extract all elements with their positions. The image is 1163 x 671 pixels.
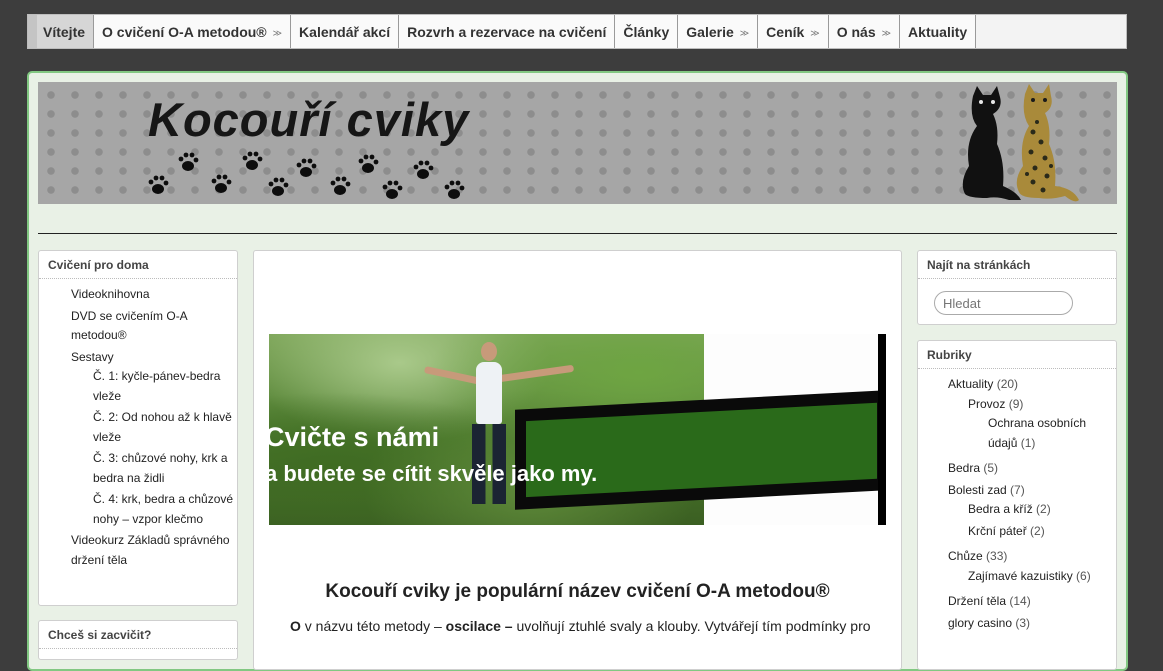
nav-item-o-cviceni[interactable]: O cvičení O-A metodou® ≫ [94,15,292,48]
category-count: (33) [986,549,1008,563]
search-input[interactable] [934,291,1073,315]
nav-label: Články [623,23,670,40]
category-children: Bedra a kříž (2) Krční páteř (2) [948,500,1116,541]
category-link-drzeni[interactable]: Držení těla [948,594,1006,608]
category-item: glory casino (3) [948,614,1116,634]
category-link-bedra[interactable]: Bedra [948,461,980,475]
menu-item-dvd[interactable]: DVD se cvičením O-A metodou® [71,307,237,346]
nav-item-clanky[interactable]: Články [615,15,679,48]
header-divider [38,233,1117,234]
category-item: Zajímavé kazuistiky (6) [968,567,1116,587]
slogan-panel [515,390,886,510]
category-item: Provoz (9) Ochrana osobních údajů (1) [968,395,1116,454]
menu-link-sestavy[interactable]: Sestavy [71,350,114,364]
menu-item-sestava-1[interactable]: Č. 1: kyčle-pánev-bedra vleže [93,367,237,406]
widget-title: Chceš si zacvičit? [39,621,237,649]
paragraph-text: uvolňují ztuhlé svaly a klouby. Vytvářej… [512,618,871,634]
category-link-kazuistiky[interactable]: Zajímavé kazuistiky [968,569,1073,583]
category-count: (3) [1015,615,1031,630]
paragraph-text: v názvu této metody – [300,618,446,634]
category-children: Ochrana osobních údajů (1) [968,414,1116,453]
category-count: (14) [1009,594,1031,608]
category-count: (7) [1010,482,1025,497]
category-item: Ochrana osobních údajů (1) [988,414,1116,453]
nav-item-cenik[interactable]: Ceník ≫ [758,15,829,48]
category-link-bedra-kriz[interactable]: Bedra a kříž [968,502,1033,516]
widget-title: Najít na stránkách [918,251,1116,279]
category-count: (2) [1030,523,1045,538]
chevron-down-icon: ≫ [810,28,820,38]
practice-widget: Chceš si zacvičit? [38,620,238,660]
category-link-chuze[interactable]: Chůze [948,549,983,563]
category-count: (9) [1008,396,1024,411]
person-head [481,342,497,361]
nav-label: O nás [836,23,876,40]
category-item: Krční páteř (2) [968,522,1116,542]
chevron-down-icon: ≫ [881,28,892,38]
slogan-line-1: Cvičte s námi [265,422,440,452]
category-item: Bolesti zad (7) Bedra a kříž (2) Krční p… [948,481,1116,542]
category-item: Bedra a kříž (2) [968,500,1116,520]
menu-item-videokurz[interactable]: Videokurz Základů správného držení těla [71,531,237,570]
nav-item-o-nas[interactable]: O nás ≫ [828,15,901,48]
category-link-casino[interactable]: glory casino [948,616,1012,630]
bold-text: oscilace – [445,618,513,634]
menu-item-sestava-2[interactable]: Č. 2: Od nohou až k hlavě vleže [93,408,237,447]
menu-item-sestava-4[interactable]: Č. 4: krk, bedra a chůzové nohy – vzpor … [93,490,237,529]
category-item: Držení těla (14) [948,592,1116,612]
menu-item-sestavy: Sestavy Č. 1: kyčle-pánev-bedra vleže Č.… [71,348,237,530]
menu-item-videoknihovna[interactable]: Videoknihovna [71,285,237,305]
categories-list: Aktuality (20) Provoz (9) Ochrana osobní… [918,369,1116,633]
widget-title: Rubriky [918,341,1116,369]
page-heading: Kocouří cviky je populární název cvičení… [325,581,830,602]
category-children: Provoz (9) Ochrana osobních údajů (1) [948,395,1116,454]
intro-paragraph: O v názvu této metody – oscilace – uvolň… [290,618,890,634]
cats-logo-icon [962,84,1079,202]
nav-label: Kalendář akcí [299,23,391,40]
nav-item-aktuality[interactable]: Aktuality [900,15,977,48]
category-link-bolesti[interactable]: Bolesti zad [948,483,1007,497]
nav-label: O cvičení O-A metodou® [102,23,267,40]
category-children: Zajímavé kazuistiky (6) [948,567,1116,587]
category-count: (6) [1076,568,1091,583]
category-count: (5) [983,461,999,475]
nav-item-vitejte[interactable]: Vítejte [28,15,95,48]
nav-label: Galerie [686,23,734,40]
widget-title: Cvičení pro doma [39,251,237,279]
category-link-aktuality[interactable]: Aktuality [948,377,993,391]
category-link-krcni[interactable]: Krční páteř [968,524,1027,538]
sestavy-submenu: Č. 1: kyčle-pánev-bedra vleže Č. 2: Od n… [71,367,237,529]
category-link-provoz[interactable]: Provoz [968,397,1005,411]
menu-item-sestava-3[interactable]: Č. 3: chůzové nohy, krk a bedra na židli [93,449,237,488]
category-count: (1) [1020,435,1036,450]
nav-label: Vítejte [43,23,86,40]
nav-item-rozvrh[interactable]: Rozvrh a rezervace na cvičení [399,15,616,48]
chevron-down-icon: ≫ [739,28,750,38]
main-navigation: Vítejte O cvičení O-A metodou® ≫ Kalendář… [27,14,1127,49]
category-count: (20) [996,377,1019,391]
nav-label: Ceník [766,23,805,40]
search-widget: Najít na stránkách [917,250,1117,325]
categories-widget: Rubriky Aktuality (20) Provoz (9) Ochran… [917,340,1117,670]
home-exercise-menu: Videoknihovna DVD se cvičením O-A metodo… [39,279,237,570]
category-link-ochrana[interactable]: Ochrana osobních údajů [988,416,1086,450]
chevron-down-icon: ≫ [272,28,283,38]
bold-text: O [290,618,301,634]
nav-item-galerie[interactable]: Galerie ≫ [678,15,759,48]
nav-label: Aktuality [908,23,968,40]
category-item: Bedra (5) [948,459,1116,479]
site-header[interactable]: Kocouří cviky [38,82,1117,204]
site-title[interactable]: Kocouří cviky [148,92,469,147]
nav-label: Rozvrh a rezervace na cvičení [407,23,607,40]
category-item: Chůze (33) Zajímavé kazuistiky (6) [948,547,1116,586]
nav-item-kalendar[interactable]: Kalendář akcí [291,15,400,48]
home-exercise-widget: Cvičení pro doma Videoknihovna DVD se cv… [38,250,238,606]
person-arm [423,366,483,385]
banner-edge [878,334,886,525]
person-arm [497,364,575,383]
category-count: (2) [1036,502,1051,516]
category-item: Aktuality (20) Provoz (9) Ochrana osobní… [948,375,1116,453]
slogan-line-2: a budete se cítit skvěle jako my. [265,461,598,486]
person-body [476,362,502,424]
